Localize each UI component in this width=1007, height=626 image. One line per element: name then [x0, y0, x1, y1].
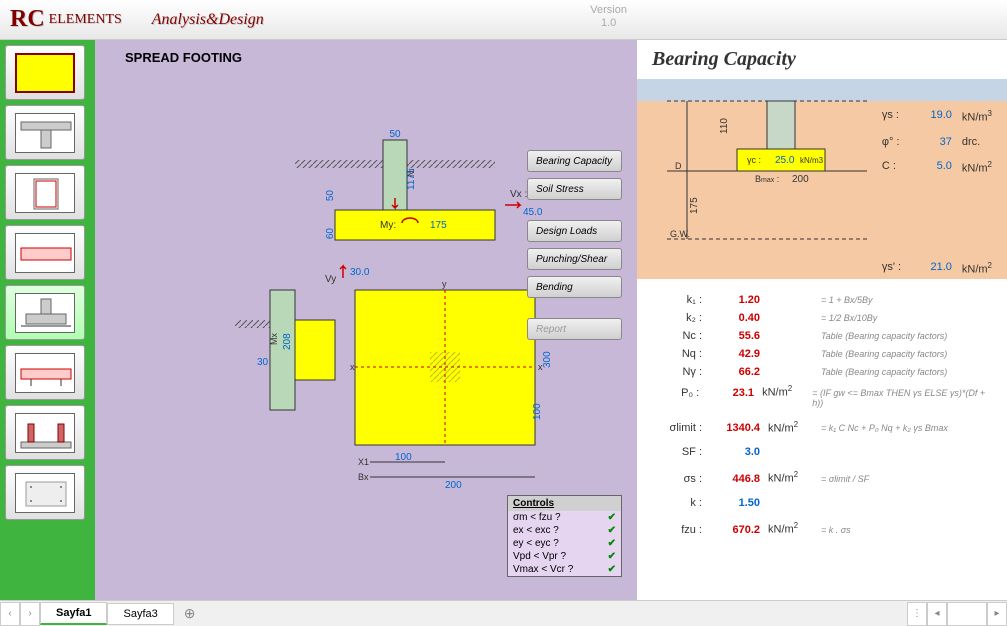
- control-check-row: ex < exc ?✔: [508, 524, 621, 537]
- result-row: P₀ :23.1kN/m2= (IF gw <= Bmax THEN γs EL…: [657, 384, 987, 408]
- tool-slab[interactable]: [5, 45, 85, 100]
- svg-text:Bmax :: Bmax :: [755, 174, 779, 184]
- svg-text:My:: My:: [380, 220, 396, 231]
- result-row: Nc :55.6Table (Bearing capacity factors): [657, 330, 987, 342]
- btn-bending[interactable]: Bending: [527, 276, 622, 298]
- svg-text:175: 175: [689, 197, 700, 214]
- svg-text:110: 110: [719, 118, 730, 134]
- btn-bearing-capacity[interactable]: Bearing Capacity: [527, 150, 622, 172]
- btn-punching-shear[interactable]: Punching/Shear: [527, 248, 622, 270]
- result-row: k₂ :0.40= 1/2 Bx/10By: [657, 312, 987, 324]
- svg-text:kN/m3: kN/m3: [800, 156, 824, 165]
- svg-text:50: 50: [325, 190, 336, 202]
- control-check-row: Vmax < Vcr ?✔: [508, 563, 621, 576]
- logo-sub: ELEMENTS: [49, 12, 122, 28]
- check-icon: ✔: [608, 525, 616, 536]
- options-icon[interactable]: ⋮: [907, 602, 927, 626]
- svg-text:Vx :: Vx :: [510, 189, 527, 200]
- tool-beam-t[interactable]: [5, 105, 85, 160]
- check-icon: ✔: [608, 538, 616, 549]
- result-row: k₁ :1.20= 1 + Bx/5By: [657, 294, 987, 306]
- svg-text:200: 200: [792, 174, 809, 185]
- tab-sayfa3[interactable]: Sayfa3: [107, 603, 173, 625]
- svg-text:30.0: 30.0: [350, 267, 370, 278]
- check-icon: ✔: [608, 564, 616, 575]
- sheet-nav-prev[interactable]: ›: [20, 602, 40, 626]
- control-check-row: ey < eyc ?✔: [508, 537, 621, 550]
- controls-title: Controls: [508, 496, 621, 511]
- footer-bar: ‹ › Sayfa1 Sayfa3 ⊕ ⋮ ◂ ▸: [0, 600, 1007, 626]
- svg-text:Vy: Vy: [325, 274, 336, 285]
- result-row: σs :446.8kN/m2= σlimit / SF: [657, 470, 987, 485]
- btn-report[interactable]: Report: [527, 318, 622, 340]
- scroll-right-icon[interactable]: ▸: [987, 602, 1007, 626]
- svg-text:60: 60: [325, 228, 336, 240]
- soil-parameters: γs :19.0kN/m3 φ° :37drc. C :5.0kN/m2 γs'…: [882, 109, 992, 288]
- soil-diagram: γc : 25.0 kN/m3 110 D Bmax : 200 175 G.W…: [637, 79, 1007, 279]
- svg-text:Bx: Bx: [358, 472, 369, 482]
- svg-text:y: y: [442, 279, 447, 289]
- svg-text:300: 300: [542, 351, 553, 368]
- control-check-row: σm < fzu ?✔: [508, 511, 621, 524]
- version-label: Version 1.0: [590, 4, 627, 30]
- results-panel: Bearing Capacity γc : 25.0 kN/m3 110 D B…: [637, 40, 1007, 600]
- result-row: Nγ :66.2Table (Bearing capacity factors): [657, 366, 987, 378]
- result-row: k :1.50: [657, 497, 987, 509]
- tool-mat[interactable]: [5, 465, 85, 520]
- svg-text:100: 100: [532, 403, 543, 420]
- scroll-left-icon[interactable]: ◂: [927, 602, 947, 626]
- drawing-canvas: SPREAD FOOTING 50 1175 N: 50 60 My: 175 …: [95, 40, 637, 600]
- app-header: RC ELEMENTS Analysis&Design Version 1.0: [0, 0, 1007, 40]
- svg-text:D: D: [675, 161, 682, 171]
- sheet-nav-first[interactable]: ‹: [0, 602, 20, 626]
- tool-continuous-beam[interactable]: [5, 345, 85, 400]
- svg-text:x: x: [350, 362, 355, 372]
- svg-text:208: 208: [282, 333, 293, 350]
- tab-add-icon[interactable]: ⊕: [174, 601, 206, 626]
- tab-sayfa1[interactable]: Sayfa1: [40, 602, 107, 625]
- canvas-title: SPREAD FOOTING: [125, 50, 242, 65]
- svg-text:30: 30: [257, 357, 269, 368]
- result-row: Nq :42.9Table (Bearing capacity factors): [657, 348, 987, 360]
- svg-text:50: 50: [389, 129, 401, 140]
- result-row: fzu :670.2kN/m2= k . σs: [657, 521, 987, 536]
- result-row: SF :3.0: [657, 446, 987, 458]
- controls-panel: Controls σm < fzu ?✔ex < exc ?✔ey < eyc …: [507, 495, 622, 577]
- check-icon: ✔: [608, 551, 616, 562]
- check-icon: ✔: [608, 512, 616, 523]
- tool-column[interactable]: [5, 165, 85, 220]
- svg-text:25.0: 25.0: [775, 155, 795, 166]
- svg-text:N:: N:: [406, 168, 416, 177]
- svg-text:175: 175: [430, 220, 447, 231]
- logo-tagline: Analysis&Design: [152, 11, 264, 29]
- tool-footing[interactable]: [5, 285, 85, 340]
- svg-text:200: 200: [445, 480, 462, 491]
- tool-sidebar: [0, 40, 95, 600]
- btn-design-loads[interactable]: Design Loads: [527, 220, 622, 242]
- tool-beam-section[interactable]: [5, 225, 85, 280]
- control-check-row: Vpd < Vpr ?✔: [508, 550, 621, 563]
- results-title: Bearing Capacity: [637, 40, 1007, 79]
- svg-text:100: 100: [395, 452, 412, 463]
- scroll-bar[interactable]: [947, 602, 987, 626]
- results-list: k₁ :1.20= 1 + Bx/5By k₂ :0.40= 1/2 Bx/10B…: [637, 279, 1007, 557]
- result-row: σlimit :1340.4kN/m2= k₁ C Nc + P₀ Nq + k…: [657, 420, 987, 435]
- svg-text:Mx: Mx: [269, 333, 279, 345]
- tool-frame[interactable]: [5, 405, 85, 460]
- btn-soil-stress[interactable]: Soil Stress: [527, 178, 622, 200]
- svg-text:X1: X1: [358, 457, 369, 467]
- main-area: SPREAD FOOTING 50 1175 N: 50 60 My: 175 …: [0, 40, 1007, 600]
- logo-main: RC: [10, 6, 45, 33]
- action-buttons: Bearing Capacity Soil Stress Design Load…: [527, 150, 622, 340]
- svg-text:γc :: γc :: [747, 155, 761, 165]
